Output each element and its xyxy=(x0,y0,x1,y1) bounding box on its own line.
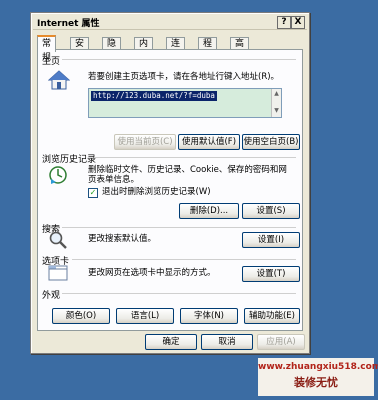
search-description: 更改搜索默认值。 xyxy=(88,234,157,244)
scroll-down-icon[interactable]: ▼ xyxy=(272,106,281,115)
delete-history-button[interactable]: 删除(D)... xyxy=(179,203,239,219)
cancel-button[interactable]: 取消 xyxy=(201,334,253,350)
watermark-url: www.zhuangxiu518.com xyxy=(258,362,378,372)
site-watermark: www.zhuangxiu518.com 装修无忧 xyxy=(258,358,378,396)
history-clock-icon xyxy=(49,166,67,184)
home-page-url-text: http://123.duba.net/?f=duba xyxy=(91,91,217,101)
accessibility-button[interactable]: 辅助功能(E) xyxy=(244,308,300,324)
home-page-url-input[interactable]: http://123.duba.net/?f=duba ▲ ▼ xyxy=(88,88,282,118)
tab-general[interactable]: 常规 xyxy=(37,35,57,63)
search-magnifier-icon xyxy=(49,231,67,249)
url-scrollbar[interactable]: ▲ ▼ xyxy=(271,89,281,117)
delete-on-exit-label: 退出时删除浏览历史记录(W) xyxy=(102,187,211,197)
tabs-settings-button[interactable]: 设置(T) xyxy=(242,266,300,282)
tabs-window-icon xyxy=(48,265,68,281)
search-settings-button[interactable]: 设置(I) xyxy=(242,232,300,248)
search-divider xyxy=(62,227,296,228)
tabs-divider xyxy=(72,259,296,260)
close-button[interactable]: X xyxy=(291,16,305,29)
appearance-divider xyxy=(62,293,296,294)
appearance-group-label: 外观 xyxy=(42,291,61,301)
browsing-history-divider xyxy=(94,157,296,158)
scroll-up-icon[interactable]: ▲ xyxy=(272,89,281,98)
internet-options-dialog: Internet 属性 ? X 常规 安全 隐私 内容 连接 程序 高级 主页 … xyxy=(30,12,310,354)
apply-button[interactable]: 应用(A) xyxy=(257,334,305,350)
browsing-history-description: 删除临时文件、历史记录、Cookie、保存的密码和网页表单信息。 xyxy=(88,165,287,185)
colors-button[interactable]: 颜色(O) xyxy=(52,308,110,324)
history-settings-button[interactable]: 设置(S) xyxy=(242,203,300,219)
use-blank-button[interactable]: 使用空白页(B) xyxy=(242,134,300,150)
help-button[interactable]: ? xyxy=(277,16,291,29)
general-tab-panel: 主页 若要创建主页选项卡，请在各地址行键入地址(R)。 http://123.d… xyxy=(37,49,303,331)
fonts-button[interactable]: 字体(N) xyxy=(180,308,238,324)
browsing-history-group-label: 浏览历史记录 xyxy=(42,155,97,165)
ok-button[interactable]: 确定 xyxy=(145,334,197,350)
home-page-divider xyxy=(62,59,296,60)
home-icon xyxy=(48,70,70,90)
languages-button[interactable]: 语言(L) xyxy=(116,308,174,324)
use-default-button[interactable]: 使用默认值(F) xyxy=(178,134,240,150)
dialog-title: Internet 属性 xyxy=(37,19,100,29)
use-current-button[interactable]: 使用当前页(C) xyxy=(114,134,176,150)
tabs-description: 更改网页在选项卡中显示的方式。 xyxy=(88,268,216,278)
home-page-description: 若要创建主页选项卡，请在各地址行键入地址(R)。 xyxy=(88,72,280,82)
delete-on-exit-checkbox[interactable]: ✓ xyxy=(88,188,98,198)
watermark-name: 装修无忧 xyxy=(294,376,338,389)
title-bar[interactable]: Internet 属性 ? X xyxy=(33,15,307,30)
